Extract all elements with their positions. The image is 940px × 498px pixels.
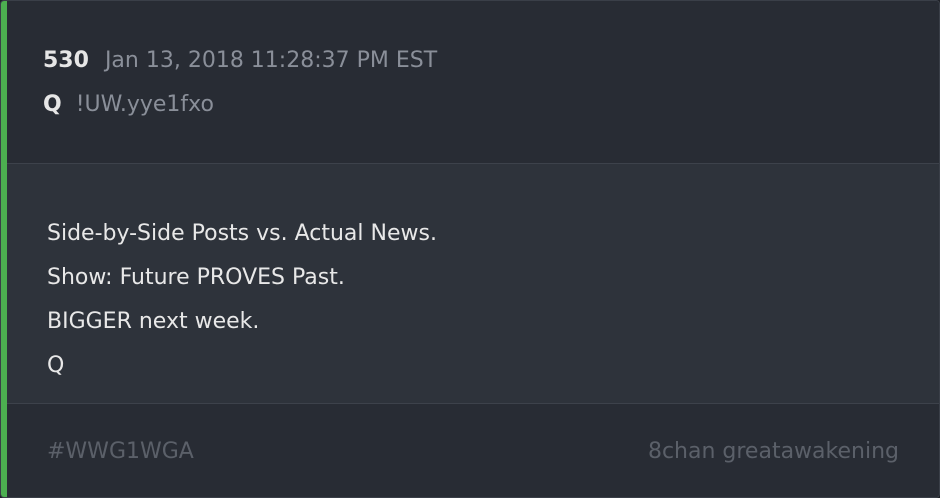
post-body: Side-by-Side Posts vs. Actual News. Show… [7,164,939,404]
author-tripcode: !UW.yye1fxo [75,92,214,117]
post-text: Side-by-Side Posts vs. Actual News. Show… [47,212,437,388]
post-line: Q [47,353,65,378]
hashtag-link[interactable]: #WWG1WGA [47,439,194,464]
post-header: 530 Jan 13, 2018 11:28:37 PM EST Q !UW.y… [7,1,939,164]
post-meta-row: 530 Jan 13, 2018 11:28:37 PM EST [43,48,437,73]
author-row: Q !UW.yye1fxo [43,92,214,117]
post-line: Show: Future PROVES Past. [47,265,345,290]
source-label: 8chan greatawakening [647,439,899,464]
post-card: 530 Jan 13, 2018 11:28:37 PM EST Q !UW.y… [0,0,940,498]
post-line: BIGGER next week. [47,309,260,334]
post-footer: #WWG1WGA 8chan greatawakening [7,404,939,497]
post-number: 530 [43,48,89,73]
post-timestamp: Jan 13, 2018 11:28:37 PM EST [104,48,438,73]
author-name: Q [43,92,62,117]
post-line: Side-by-Side Posts vs. Actual News. [47,221,437,246]
